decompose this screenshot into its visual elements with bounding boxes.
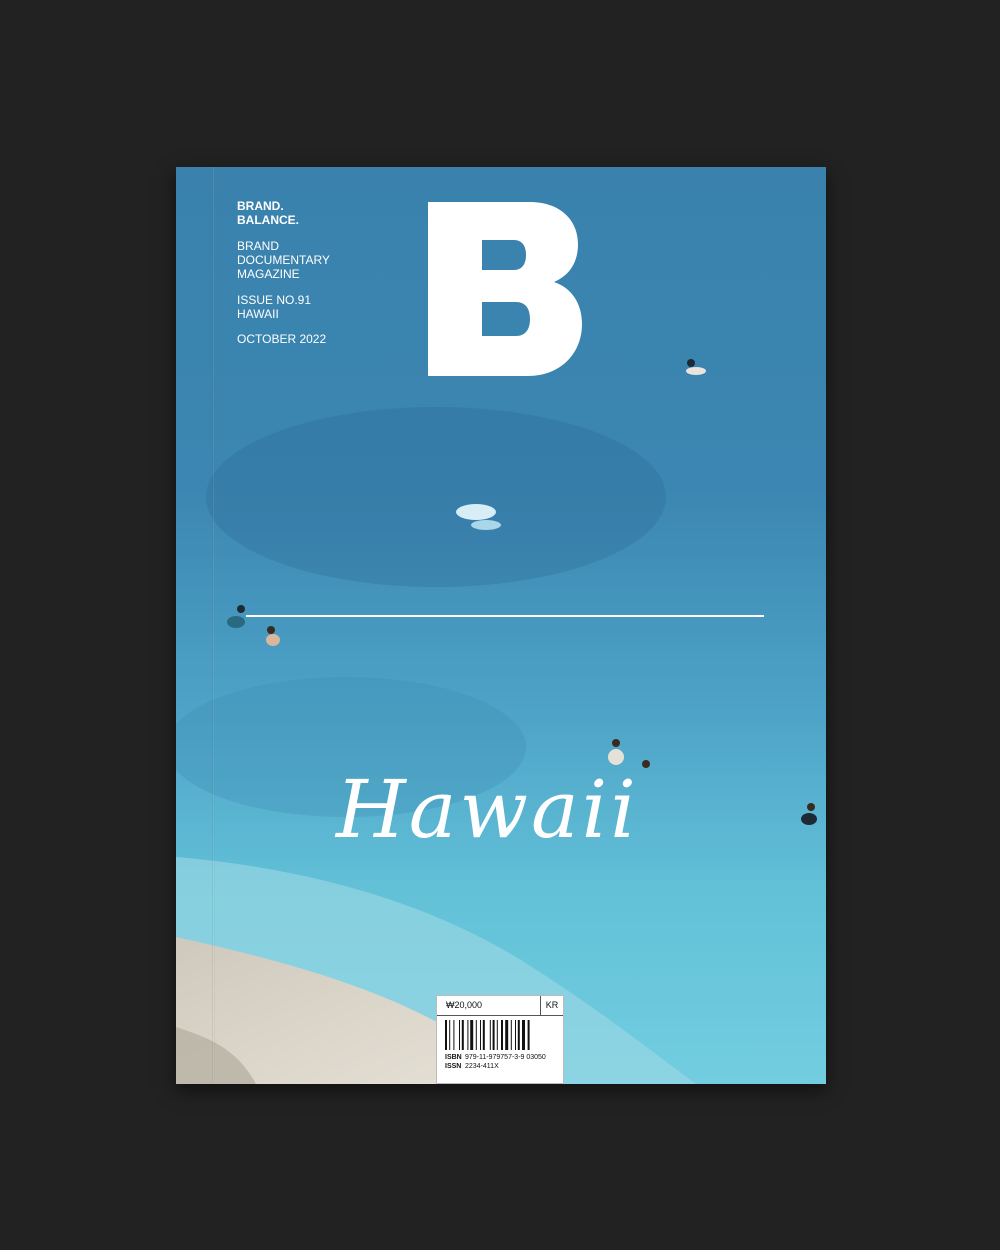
issn-row: ISSN 2234-411X xyxy=(445,1063,499,1071)
barcode xyxy=(445,1020,530,1050)
divider-line xyxy=(246,615,764,617)
isbn-number: 979-11-979757-3-9 03050 xyxy=(465,1054,546,1061)
barcode-bar xyxy=(510,1020,512,1050)
isbn-label: ISBN xyxy=(445,1054,462,1061)
swimmer xyxy=(801,813,817,825)
issn-number: 2234-411X xyxy=(465,1063,499,1070)
issue-topic: HAWAII xyxy=(237,307,279,321)
barcode-bar xyxy=(453,1020,455,1050)
issue-date: OCTOBER 2022 xyxy=(237,332,327,346)
swimmer xyxy=(227,616,245,628)
barcode-bar xyxy=(515,1020,516,1050)
barcode-bar xyxy=(492,1020,495,1050)
spine-crease xyxy=(212,167,215,1084)
swimmer xyxy=(237,605,245,613)
cover-title: Hawaii xyxy=(336,763,639,856)
barcode-bar xyxy=(467,1020,469,1050)
subtitle-line: DOCUMENTARY xyxy=(237,253,330,267)
subtitle-line: MAGAZINE xyxy=(237,267,300,281)
barcode-bar xyxy=(470,1020,474,1050)
tagline-line: BALANCE. xyxy=(237,213,299,227)
barcode-bar xyxy=(517,1020,520,1050)
barcode-bar xyxy=(461,1020,464,1050)
swimmer xyxy=(612,739,620,747)
swimmer xyxy=(642,760,650,768)
price: ₩20,000 xyxy=(446,1000,483,1010)
barcode-bar xyxy=(496,1020,498,1050)
swimmer xyxy=(686,367,706,375)
barcode-bar xyxy=(522,1020,525,1050)
swimmer xyxy=(807,803,815,811)
float xyxy=(471,520,501,530)
subtitle-line: BRAND xyxy=(237,239,280,253)
barcode-bar xyxy=(475,1020,477,1050)
tagline-line: BRAND. xyxy=(237,199,284,213)
swimmer xyxy=(266,634,280,646)
swimmer xyxy=(267,626,275,634)
magazine-cover: BRAND. BALANCE. BRAND DOCUMENTARY MAGAZI… xyxy=(176,167,826,1084)
b-logo xyxy=(428,202,582,376)
isbn-row: ISBN 979-11-979757-3-9 03050 xyxy=(445,1054,546,1062)
barcode-bar xyxy=(489,1020,491,1050)
issue-number: ISSUE NO.91 xyxy=(237,293,312,307)
barcode-bar xyxy=(501,1020,503,1050)
price-row: ₩20,000 KR xyxy=(437,996,563,1016)
barcode-bar xyxy=(445,1020,447,1050)
barcode-bar xyxy=(480,1020,481,1050)
issn-label: ISSN xyxy=(445,1063,462,1070)
barcode-bar xyxy=(459,1020,460,1050)
barcode-bar xyxy=(482,1020,485,1050)
barcode-bar xyxy=(527,1020,530,1050)
region-code: KR xyxy=(540,996,563,1015)
swimmer xyxy=(687,359,695,367)
barcode-label: ₩20,000 KR ISBN 979-11-979757-3-9 03050 I… xyxy=(436,995,564,1084)
float xyxy=(456,504,496,520)
cover-text: BRAND. BALANCE. BRAND DOCUMENTARY MAGAZI… xyxy=(237,199,330,346)
reef-shadow xyxy=(206,407,666,587)
barcode-bar xyxy=(505,1020,509,1050)
barcode-bar xyxy=(449,1020,451,1050)
